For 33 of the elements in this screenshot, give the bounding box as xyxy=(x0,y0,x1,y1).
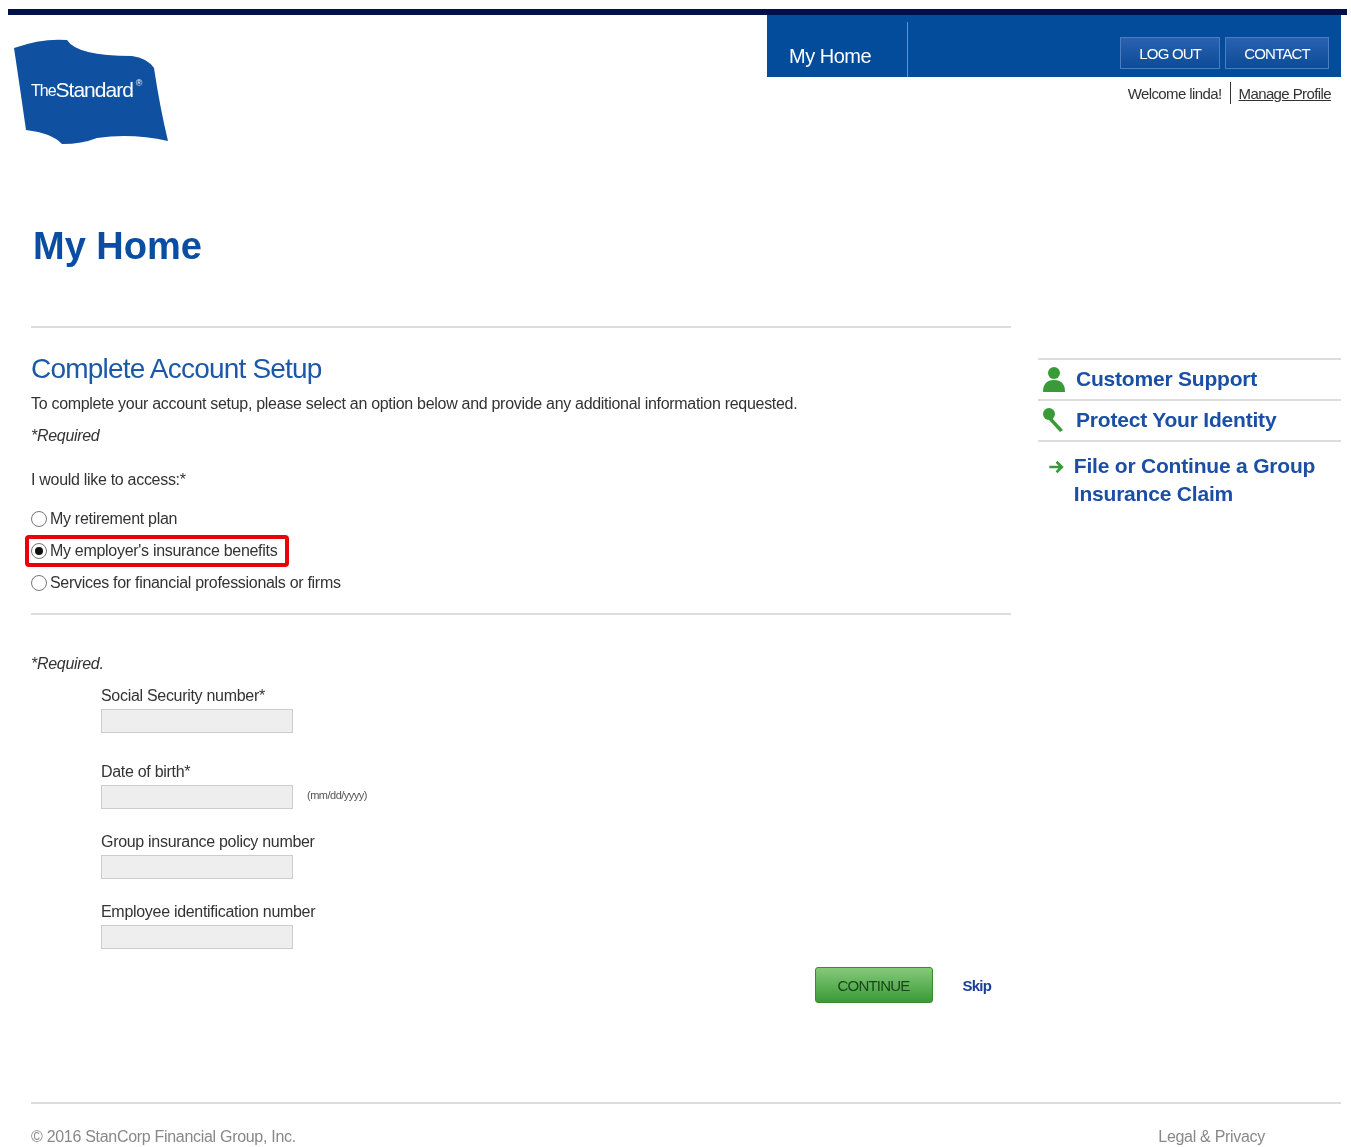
radio-option[interactable]: My retirement plan xyxy=(25,503,190,535)
input-field[interactable] xyxy=(101,855,293,879)
skip-link[interactable]: Skip xyxy=(962,976,991,994)
header-button[interactable]: CONTACT xyxy=(1225,37,1329,69)
legal-link[interactable]: Legal & Privacy xyxy=(1158,1128,1265,1146)
input-field[interactable] xyxy=(101,709,293,733)
continue-button[interactable]: CONTINUE xyxy=(814,967,933,1003)
page-title: My Home xyxy=(33,225,203,268)
question-label: I would like to access:* xyxy=(31,471,187,489)
profile-link[interactable]: Manage Profile xyxy=(1238,84,1331,102)
field-label: Social Security number* xyxy=(101,687,266,705)
field-label: Group insurance policy number xyxy=(101,833,316,851)
sidebar-link[interactable]: Protect Your Identity xyxy=(1038,399,1341,440)
required-note: *Required xyxy=(31,427,101,445)
input-field[interactable] xyxy=(101,785,293,809)
field-label: Date of birth* xyxy=(101,763,192,781)
format-hint: (mm/dd/yyyy) xyxy=(307,789,367,801)
radio-option[interactable]: Services for financial professionals or firms xyxy=(25,567,353,599)
person-icon xyxy=(1042,366,1066,392)
welcome-text: Welcome linda! xyxy=(1127,84,1222,102)
sidebar-link[interactable]: Customer Support xyxy=(1038,358,1341,399)
sidebar-link[interactable]: File or Continue a Group Insurance Claim xyxy=(1038,440,1341,508)
header-button[interactable]: LOG OUT xyxy=(1120,37,1221,69)
section-title: Complete Account Setup xyxy=(31,353,323,385)
field-label: Employee identification number xyxy=(101,903,317,921)
radio-option[interactable]: My employer's insurance benefits xyxy=(25,535,290,567)
nav-tab[interactable]: My Home xyxy=(767,22,909,77)
key-icon xyxy=(1042,407,1066,433)
input-field[interactable] xyxy=(101,925,293,949)
copyright-text: © 2016 StanCorp Financial Group, Inc. xyxy=(31,1128,296,1146)
required-note: *Required. xyxy=(31,655,105,673)
intro-text: To complete your account setup, please select an option below and provide any additional information requested. xyxy=(31,395,799,413)
logo[interactable]: TheStandard® xyxy=(12,38,170,146)
